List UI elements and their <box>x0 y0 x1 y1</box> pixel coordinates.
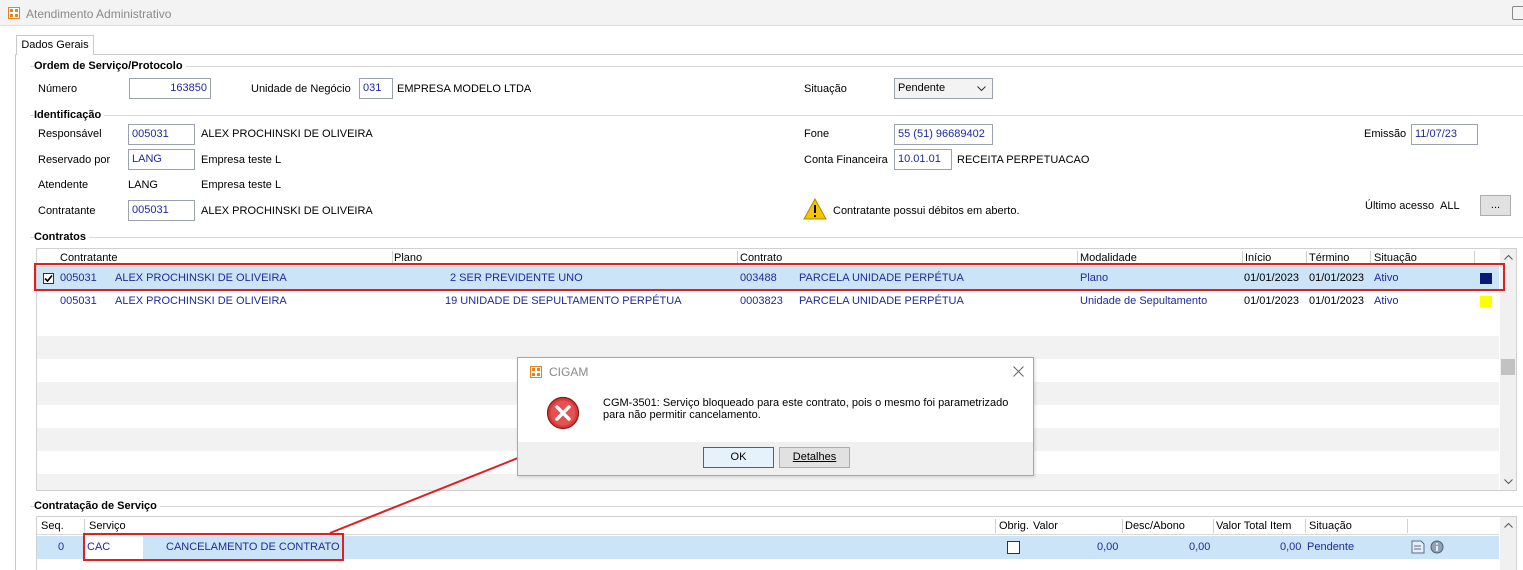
details-label: Detalhes <box>792 451 837 463</box>
ok-button[interactable]: OK <box>703 447 774 468</box>
dialog-message-line2: para não permitir cancelamento. <box>603 409 761 421</box>
dialog-title-bar: CIGAM <box>518 358 1033 385</box>
dialog-body <box>518 385 1033 442</box>
tab-dados-gerais[interactable]: Dados Gerais <box>16 35 94 55</box>
dialog-app-icon <box>530 366 542 378</box>
error-dialog: CIGAM CGM-3501: Serviço bloqueado para e… <box>517 357 1034 476</box>
details-button[interactable]: Detalhes <box>779 447 850 468</box>
close-icon[interactable] <box>1013 366 1024 377</box>
annotation-arrow <box>329 423 604 534</box>
tab-label: Dados Gerais <box>21 39 89 51</box>
error-icon <box>546 396 580 430</box>
dialog-title: CIGAM <box>549 365 589 379</box>
dialog-message-line1: CGM-3501: Serviço bloqueado para este co… <box>603 397 1009 409</box>
